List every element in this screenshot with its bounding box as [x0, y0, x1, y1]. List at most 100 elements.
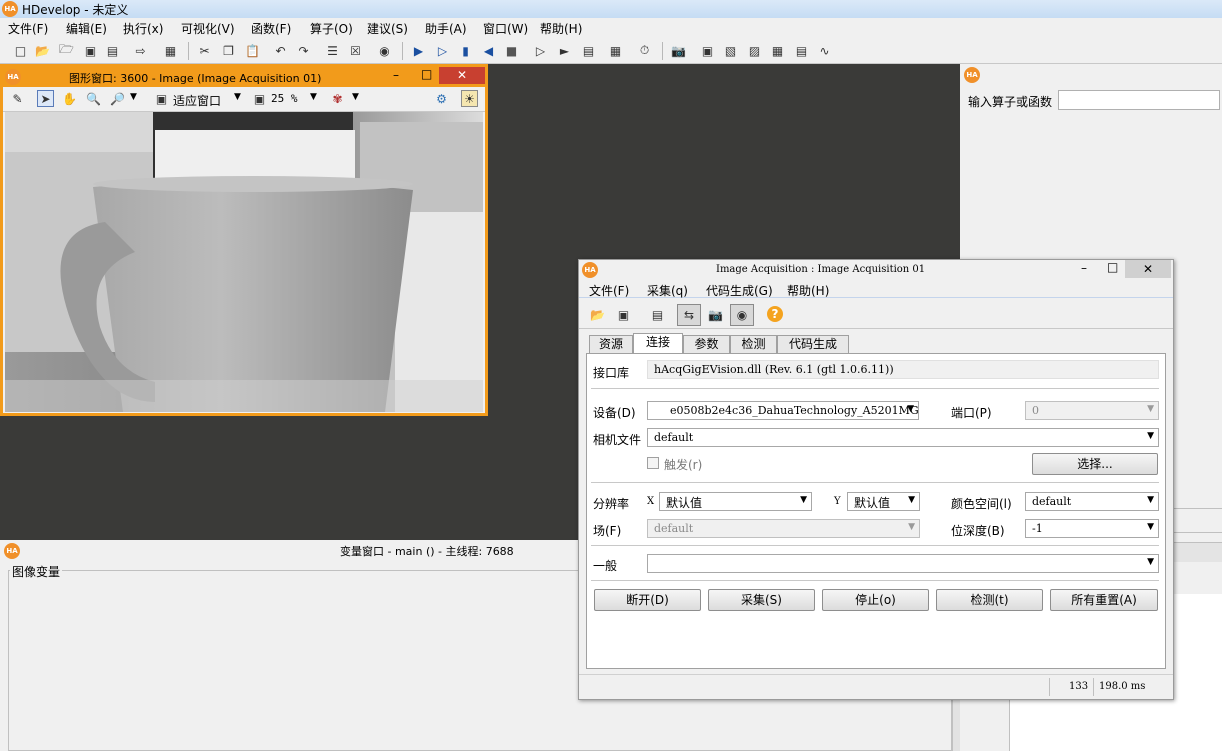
step-out-icon[interactable]: ◀ [480, 42, 497, 59]
dialog-menu-acquire[interactable]: 采集(q) [647, 282, 688, 299]
menu-execute[interactable]: 执行(x) [123, 20, 163, 37]
step-over-icon[interactable]: ▷ [434, 42, 451, 59]
menu-visualize[interactable]: 可视化(V) [181, 20, 235, 37]
tab-inspect[interactable]: 检测 [730, 335, 777, 353]
fit-window-icon[interactable]: ▣ [153, 90, 170, 107]
save-as-icon[interactable]: ▤ [104, 42, 121, 59]
run-to-icon[interactable]: ► [556, 42, 573, 59]
cut-icon[interactable]: ✂ [196, 42, 213, 59]
color-space-select[interactable]: default ▼ [1025, 492, 1159, 511]
redo-icon[interactable]: ↷ [295, 42, 312, 59]
fit-dropdown-arrow-icon[interactable]: ▼ [234, 92, 241, 102]
profiler-icon[interactable]: ▦ [607, 42, 624, 59]
resolution-x-select[interactable]: 默认值 ▼ [659, 492, 812, 511]
zoom-value[interactable]: 25 % [271, 92, 298, 105]
snap-camera-icon[interactable]: 📷 [707, 306, 724, 323]
stop-icon[interactable]: ■ [503, 42, 520, 59]
stop-button[interactable]: 停止(o) [822, 589, 929, 611]
tab-code-generation[interactable]: 代码生成 [777, 335, 849, 353]
histogram-icon[interactable]: ▧ [722, 42, 739, 59]
visualization-params-icon[interactable]: ⚙ [433, 90, 450, 107]
open-program-icon[interactable]: 📂 [34, 42, 51, 59]
dialog-menu-help[interactable]: 帮助(H) [787, 282, 829, 299]
dialog-maximize-icon[interactable]: □ [1107, 260, 1118, 274]
undo-icon[interactable]: ↶ [272, 42, 289, 59]
menu-suggestions[interactable]: 建议(S) [367, 20, 408, 37]
live-video-icon[interactable]: ◉ [730, 304, 754, 326]
save-icon[interactable]: ▣ [82, 42, 99, 59]
new-program-icon[interactable]: □ [12, 42, 29, 59]
general-select[interactable]: ▼ [647, 554, 1159, 573]
menu-window[interactable]: 窗口(W) [483, 20, 528, 37]
dialog-menu-code-gen[interactable]: 代码生成(G) [706, 282, 773, 299]
measure-icon[interactable]: ∿ [816, 42, 833, 59]
feature-inspection-icon[interactable]: ▦ [769, 42, 786, 59]
light-bulb-icon[interactable]: ☀ [461, 90, 478, 107]
acquired-image-canvas[interactable] [5, 112, 483, 412]
dialog-insert-code-icon[interactable]: ▤ [649, 306, 666, 323]
image-acquisition-icon[interactable]: 📷 [670, 42, 687, 59]
detect-button[interactable]: 检测(t) [936, 589, 1043, 611]
color-settings-icon[interactable]: ✾ [329, 90, 346, 107]
properties-icon[interactable]: ▦ [162, 42, 179, 59]
hand-icon[interactable]: ✋ [61, 90, 78, 107]
close-icon[interactable]: ✕ [439, 67, 485, 84]
copy-icon[interactable]: ❐ [220, 42, 237, 59]
menu-edit[interactable]: 编辑(E) [66, 20, 107, 37]
tab-parameters[interactable]: 参数 [683, 335, 730, 353]
reset-all-button[interactable]: 所有重置(A) [1050, 589, 1158, 611]
color-dropdown-arrow-icon[interactable]: ▼ [352, 92, 359, 102]
paste-icon[interactable]: 📋 [244, 42, 261, 59]
tab-connection[interactable]: 连接 [633, 333, 683, 354]
minimize-icon[interactable]: – [393, 68, 399, 82]
bit-depth-select[interactable]: -1 ▼ [1025, 519, 1159, 538]
camera-file-select[interactable]: default ▼ [647, 428, 1159, 447]
help-icon[interactable]: ? [767, 306, 783, 322]
line-profile-icon[interactable]: ▨ [746, 42, 763, 59]
menu-help[interactable]: 帮助(H) [540, 20, 582, 37]
dialog-title-bar[interactable]: HA Image Acquisition : Image Acquisition… [579, 260, 1173, 280]
zoom-value-dropdown-icon[interactable]: ▼ [310, 92, 317, 102]
magnifier-icon[interactable]: 🔍 [85, 90, 102, 107]
export-icon[interactable]: ⇨ [132, 42, 149, 59]
dialog-close-icon[interactable]: ✕ [1125, 260, 1171, 278]
trigger-checkbox[interactable] [647, 457, 659, 469]
breakpoint-icon[interactable]: ▤ [580, 42, 597, 59]
maximize-icon[interactable]: □ [421, 67, 432, 81]
dialog-open-icon[interactable]: 📂 [589, 306, 606, 323]
graphics-window-title-bar[interactable]: HA 图形窗口: 3600 - Image (Image Acquisition… [3, 67, 485, 87]
menu-file[interactable]: 文件(F) [8, 20, 48, 37]
variable-window-scrollbar[interactable] [952, 700, 960, 751]
device-select[interactable]: e0508b2e4c36_DahuaTechnology_A5201MG50 ▼ [647, 401, 919, 420]
dialog-minimize-icon[interactable]: – [1081, 261, 1087, 275]
operator-input[interactable] [1058, 90, 1220, 110]
select-file-button[interactable]: 选择... [1032, 453, 1158, 475]
port-select[interactable]: 0 ▼ [1025, 401, 1159, 420]
matching-icon[interactable]: ▣ [699, 42, 716, 59]
menu-functions[interactable]: 函数(F) [251, 20, 291, 37]
dialog-menu-file[interactable]: 文件(F) [589, 282, 629, 299]
reset-program-icon[interactable]: ▷ [532, 42, 549, 59]
find-icon[interactable]: ◉ [376, 42, 393, 59]
zoom-icon[interactable]: 🔎 [109, 90, 126, 107]
run-icon[interactable]: ▶ [410, 42, 427, 59]
snap-button[interactable]: 采集(S) [708, 589, 815, 611]
field-select[interactable]: default ▼ [647, 519, 920, 538]
ocr-icon[interactable]: ▤ [793, 42, 810, 59]
open-recent-icon[interactable]: 🗁 [58, 42, 75, 59]
resolution-y-select[interactable]: 默认值 ▼ [847, 492, 920, 511]
menu-assistants[interactable]: 助手(A) [425, 20, 467, 37]
pointer-icon[interactable]: ➤ [37, 90, 54, 107]
dialog-save-icon[interactable]: ▣ [615, 306, 632, 323]
timer-icon[interactable]: ⏱ [636, 42, 653, 59]
disconnect-button[interactable]: 断开(D) [594, 589, 701, 611]
menu-operators[interactable]: 算子(O) [310, 20, 353, 37]
delete-line-icon[interactable]: ☒ [347, 42, 364, 59]
pen-icon[interactable]: ✎ [9, 90, 26, 107]
fit-window-label[interactable]: 适应窗口 [173, 92, 221, 109]
step-into-icon[interactable]: ▮ [457, 42, 474, 59]
tab-resources[interactable]: 资源 [589, 335, 633, 353]
insert-line-icon[interactable]: ☰ [324, 42, 341, 59]
connect-icon[interactable]: ⇆ [677, 304, 701, 326]
zoom-dropdown-arrow-icon[interactable]: ▼ [130, 92, 137, 102]
